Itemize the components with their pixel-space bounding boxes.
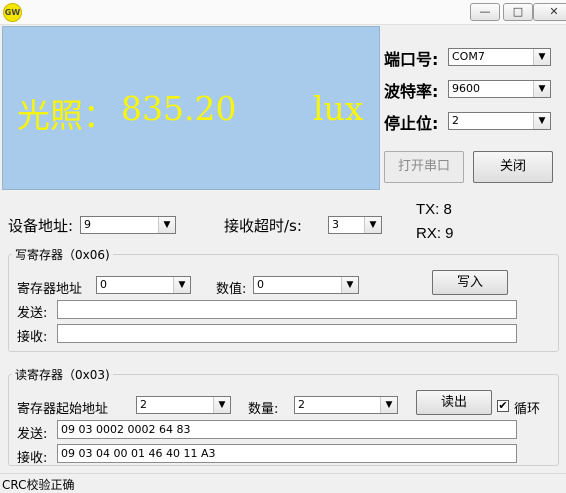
reg-addr-label: 寄存器地址 bbox=[17, 282, 83, 297]
read-recv-field[interactable]: 09 03 04 00 01 46 40 11 A3 bbox=[57, 444, 517, 463]
chevron-down-icon[interactable]: ▼ bbox=[364, 217, 381, 233]
count-select[interactable]: 2 ▼ bbox=[294, 396, 398, 414]
open-port-button[interactable]: 打开串口 bbox=[384, 151, 464, 183]
write-send-field[interactable] bbox=[57, 300, 517, 319]
maximize-button[interactable]: □ bbox=[503, 3, 533, 21]
port-select[interactable]: COM7 ▼ bbox=[448, 48, 551, 66]
lux-display-panel: 光照： 835.20 lux bbox=[2, 26, 380, 190]
count-value: 2 bbox=[298, 398, 305, 411]
tx-counter: TX: 8 bbox=[416, 201, 452, 218]
status-text: CRC校验正确 bbox=[2, 478, 75, 492]
chevron-down-icon[interactable]: ▼ bbox=[158, 217, 175, 233]
write-value-label: 数值: bbox=[216, 282, 247, 297]
device-address-label: 设备地址: bbox=[8, 217, 74, 235]
close-port-button[interactable]: 关闭 bbox=[473, 151, 553, 183]
baud-select-value: 9600 bbox=[452, 82, 480, 95]
stop-bits-select[interactable]: 2 ▼ bbox=[448, 112, 551, 130]
loop-checkbox[interactable]: ✔ bbox=[497, 400, 509, 412]
rx-counter: RX: 9 bbox=[416, 225, 454, 242]
read-send-label: 发送: bbox=[17, 427, 48, 442]
write-button[interactable]: 写入 bbox=[432, 270, 508, 295]
count-label: 数量: bbox=[248, 402, 279, 417]
write-recv-field[interactable] bbox=[57, 324, 517, 343]
port-label: 端口号: bbox=[384, 50, 439, 69]
timeout-label: 接收超时/s: bbox=[224, 217, 302, 235]
chevron-down-icon[interactable]: ▼ bbox=[380, 397, 397, 413]
write-value-value: 0 bbox=[257, 278, 264, 291]
write-recv-label: 接收: bbox=[17, 330, 48, 345]
baud-select[interactable]: 9600 ▼ bbox=[448, 80, 551, 98]
read-button[interactable]: 读出 bbox=[416, 390, 492, 415]
chevron-down-icon[interactable]: ▼ bbox=[341, 277, 358, 293]
stop-bits-label: 停止位: bbox=[384, 114, 439, 133]
loop-label: 循环 bbox=[514, 402, 541, 417]
start-addr-label: 寄存器起始地址 bbox=[17, 402, 109, 417]
timeout-value: 3 bbox=[332, 218, 339, 231]
timeout-select[interactable]: 3 ▼ bbox=[328, 216, 382, 234]
baud-label: 波特率: bbox=[384, 82, 439, 101]
status-bar: CRC校验正确 bbox=[0, 473, 566, 492]
chevron-down-icon[interactable]: ▼ bbox=[533, 113, 550, 129]
app-icon: GW bbox=[3, 3, 22, 22]
device-address-value: 9 bbox=[84, 218, 91, 231]
chevron-down-icon[interactable]: ▼ bbox=[533, 49, 550, 65]
read-recv-label: 接收: bbox=[17, 451, 48, 466]
write-send-label: 发送: bbox=[17, 306, 48, 321]
check-icon: ✔ bbox=[498, 399, 508, 412]
chevron-down-icon[interactable]: ▼ bbox=[213, 397, 230, 413]
port-select-value: COM7 bbox=[452, 50, 485, 63]
minimize-button[interactable]: — bbox=[470, 3, 500, 21]
read-send-field[interactable]: 09 03 0002 0002 64 83 bbox=[57, 420, 517, 439]
device-address-select[interactable]: 9 ▼ bbox=[80, 216, 176, 234]
write-value-select[interactable]: 0 ▼ bbox=[253, 276, 359, 294]
reg-addr-value: 0 bbox=[100, 278, 107, 291]
start-addr-select[interactable]: 2 ▼ bbox=[136, 396, 231, 414]
chevron-down-icon[interactable]: ▼ bbox=[173, 277, 190, 293]
display-label: 光照： bbox=[17, 96, 116, 135]
stop-bits-select-value: 2 bbox=[452, 114, 459, 127]
read-group-title: 读寄存器（0x03) bbox=[12, 366, 113, 383]
close-window-button[interactable]: ✕ bbox=[533, 3, 566, 21]
read-recv-value: 09 03 04 00 01 46 40 11 A3 bbox=[61, 447, 216, 460]
start-addr-value: 2 bbox=[140, 398, 147, 411]
read-send-value: 09 03 0002 0002 64 83 bbox=[61, 423, 191, 436]
display-value: 835.20 bbox=[121, 89, 237, 128]
title-bar: GW — □ ✕ bbox=[0, 0, 566, 25]
display-unit: lux bbox=[313, 89, 364, 128]
write-group-title: 写寄存器（0x06) bbox=[12, 246, 113, 263]
reg-addr-select[interactable]: 0 ▼ bbox=[96, 276, 191, 294]
chevron-down-icon[interactable]: ▼ bbox=[533, 81, 550, 97]
